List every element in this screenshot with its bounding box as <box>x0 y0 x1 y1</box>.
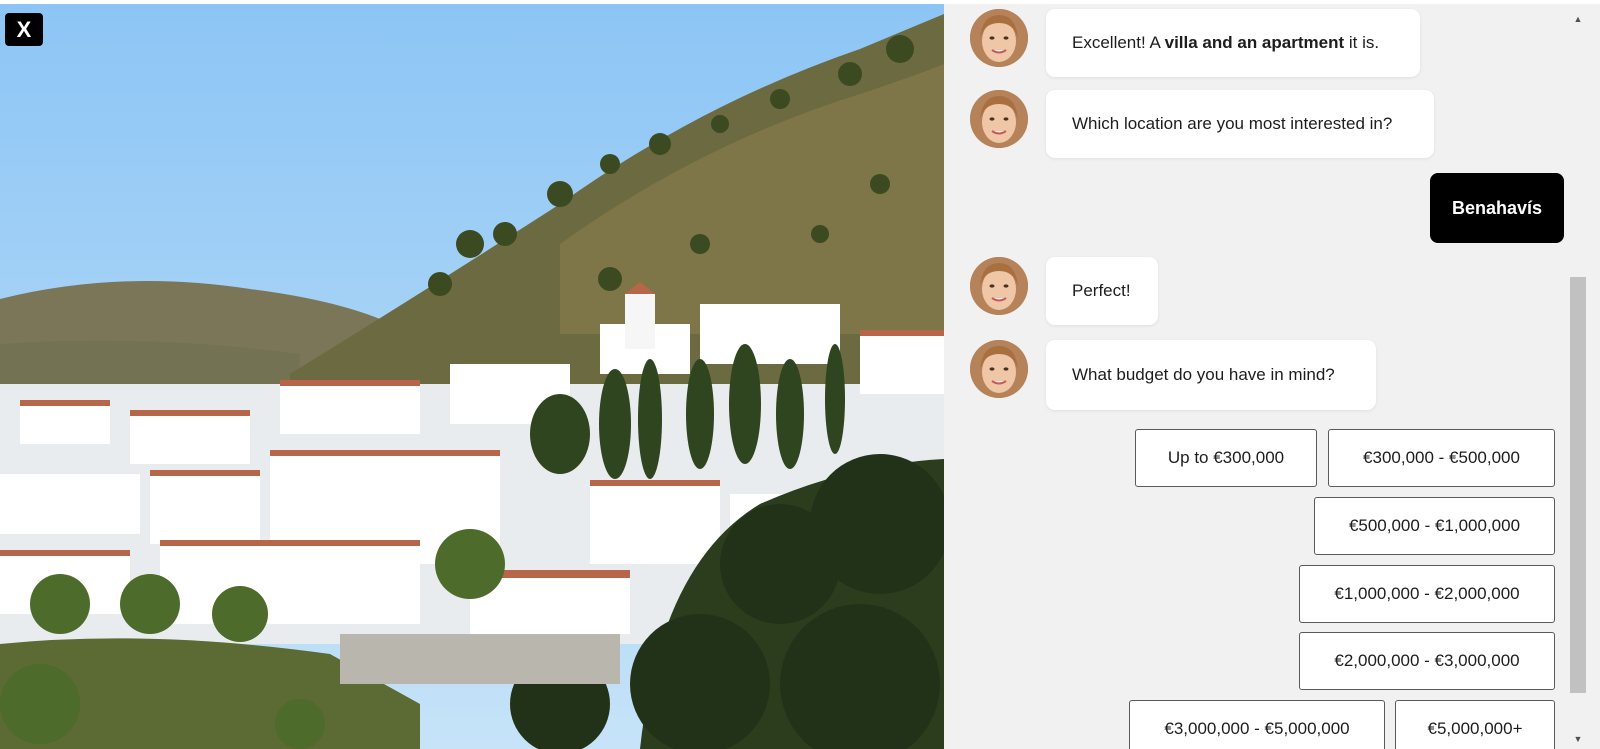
agent-avatar <box>970 340 1028 398</box>
budget-option-button[interactable]: €500,000 - €1,000,000 <box>1314 497 1555 555</box>
message-text: What budget do you have in mind? <box>1072 365 1335 384</box>
budget-option-button[interactable]: €5,000,000+ <box>1395 700 1555 749</box>
agent-face-icon <box>970 257 1028 315</box>
budget-option-button[interactable]: €1,000,000 - €2,000,000 <box>1299 565 1555 623</box>
hero-photo: X <box>0 4 944 749</box>
bot-message: Which location are you most interested i… <box>1046 90 1434 158</box>
budget-option-button[interactable]: Up to €300,000 <box>1135 429 1317 487</box>
close-button[interactable]: X <box>5 13 43 46</box>
agent-face-icon <box>970 90 1028 148</box>
bot-message: Excellent! A villa and an apartment it i… <box>1046 9 1420 77</box>
agent-face-icon <box>970 9 1028 67</box>
bot-message: Perfect! <box>1046 257 1158 325</box>
triangle-down-icon[interactable]: ▼ <box>1572 733 1584 745</box>
budget-option-button[interactable]: €300,000 - €500,000 <box>1328 429 1555 487</box>
agent-avatar <box>970 90 1028 148</box>
message-text: Perfect! <box>1072 281 1131 300</box>
village-landscape-image <box>0 4 944 749</box>
budget-option-button[interactable]: €3,000,000 - €5,000,000 <box>1129 700 1385 749</box>
budget-option-button[interactable]: €2,000,000 - €3,000,000 <box>1299 632 1555 690</box>
agent-avatar <box>970 9 1028 67</box>
scrollbar-thumb[interactable] <box>1570 277 1586 693</box>
user-message: Benahavís <box>1430 173 1564 243</box>
chat-panel: Excellent! A villa and an apartment it i… <box>944 4 1600 749</box>
agent-face-icon <box>970 340 1028 398</box>
user-message-text: Benahavís <box>1451 197 1543 218</box>
triangle-up-icon[interactable]: ▲ <box>1572 13 1584 25</box>
message-text: Excellent! A villa and an apartment it i… <box>1072 33 1380 52</box>
bot-message: What budget do you have in mind? <box>1046 340 1376 410</box>
agent-avatar <box>970 257 1028 315</box>
message-text: Which location are you most interested i… <box>1072 114 1393 133</box>
